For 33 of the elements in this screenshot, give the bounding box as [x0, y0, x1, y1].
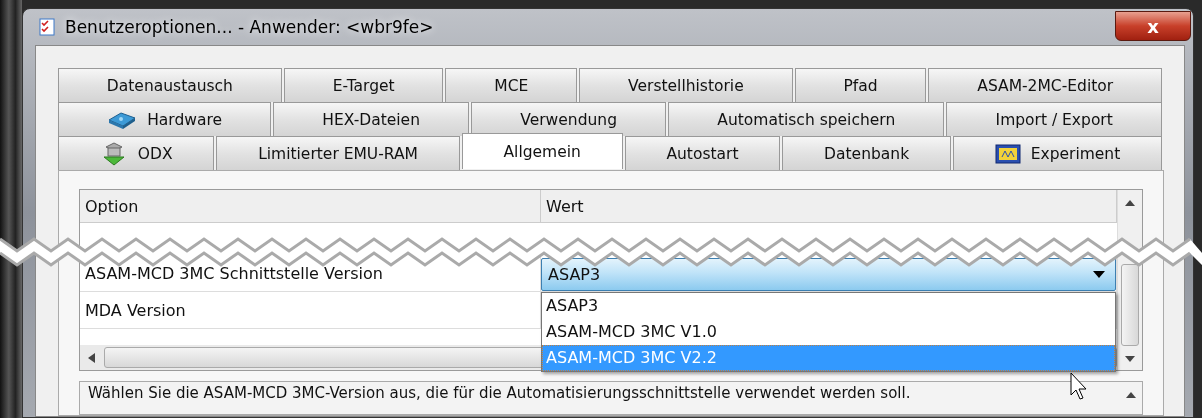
tab[interactable]: E-Target: [283, 68, 444, 102]
tab[interactable]: Hardware: [58, 102, 272, 136]
left-arrow-icon: [88, 352, 96, 363]
tab[interactable]: Datenaustausch: [58, 68, 282, 102]
tab[interactable]: MCE: [445, 68, 578, 102]
column-header[interactable]: Option: [80, 190, 541, 222]
close-button[interactable]: x: [1115, 11, 1191, 41]
tab[interactable]: Experiment: [952, 136, 1163, 170]
dropdown-option[interactable]: ASAM-MCD 3MC V1.0: [542, 318, 1115, 345]
option-cell: MDA Version: [80, 292, 541, 328]
tab[interactable]: ASAM-2MC-Editor: [928, 68, 1162, 102]
tab[interactable]: Autostart: [624, 136, 781, 170]
tab[interactable]: Pfad: [794, 68, 927, 102]
scroll-down-icon[interactable]: [1125, 356, 1135, 362]
tab[interactable]: Allgemein: [461, 133, 623, 169]
checklist-icon: [39, 18, 55, 36]
caret-icon: [1093, 270, 1105, 278]
tab[interactable]: Import / Export: [946, 102, 1162, 136]
panel-display-icon: [994, 143, 1021, 164]
chip-board-icon: [107, 109, 138, 130]
scrollbar-thumb[interactable]: [1121, 264, 1139, 346]
up-arrow-icon: [1126, 392, 1136, 398]
scroll-up-icon[interactable]: [1125, 200, 1135, 206]
tab[interactable]: Verstellhistorie: [579, 68, 793, 102]
description-text: Wählen Sie die ASAM-MCD 3MC-Version aus, die für die Automatisierungsschnittstelle verwendet werden soll.: [88, 384, 911, 402]
tab[interactable]: Limitierter EMU-RAM: [216, 136, 460, 170]
tab[interactable]: ODX: [58, 136, 215, 170]
tab[interactable]: HEX-Dateien: [273, 102, 470, 136]
tab[interactable]: Verwendung: [471, 102, 667, 136]
tab[interactable]: Datenbank: [782, 136, 951, 170]
window-title: Benutzeroptionen... - Anwender: <wbr9fe>: [65, 17, 434, 37]
dropdown-option[interactable]: ASAP3: [542, 292, 1115, 319]
tab[interactable]: Automatisch speichern: [668, 102, 945, 136]
